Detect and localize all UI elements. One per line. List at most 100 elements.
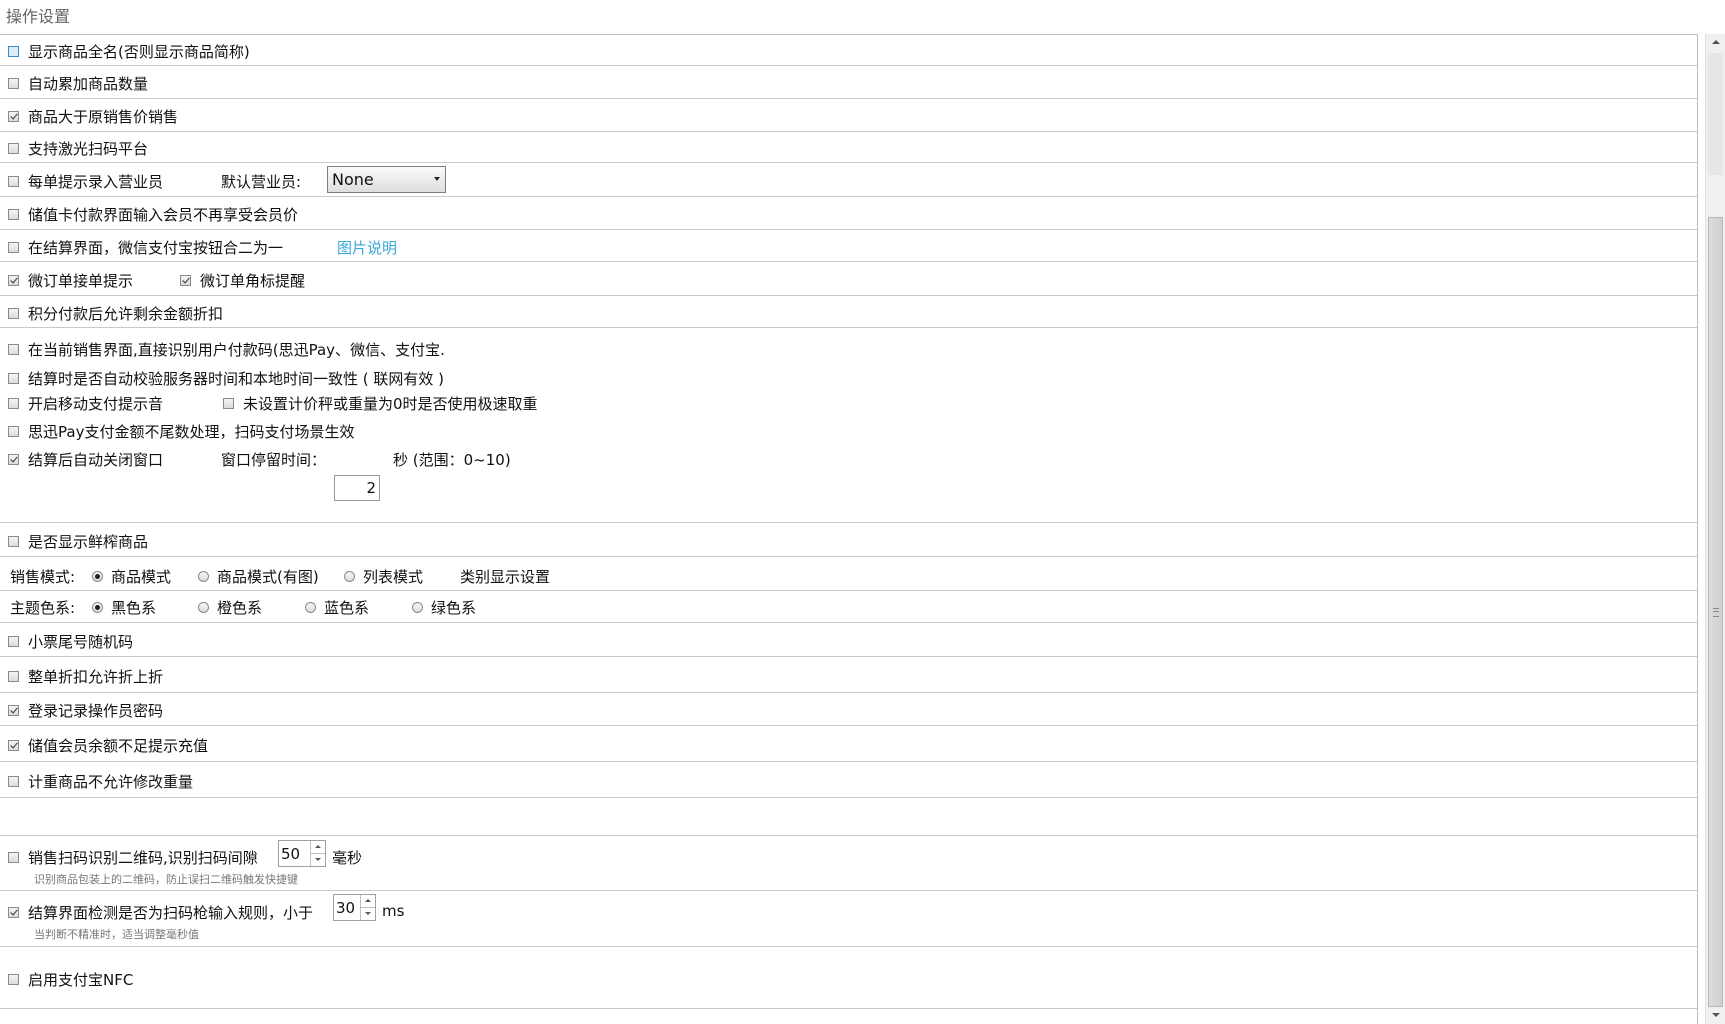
stepper-up-icon[interactable]	[361, 895, 375, 908]
scroll-up-icon[interactable]	[1706, 34, 1725, 51]
scanner-threshold-stepper[interactable]: 30	[333, 894, 376, 921]
radio[interactable]	[92, 602, 103, 613]
vertical-scrollbar[interactable]	[1705, 34, 1725, 1024]
checkbox[interactable]	[8, 398, 19, 409]
checkbox[interactable]	[8, 671, 19, 682]
server-time-check-option[interactable]: 结算时是否自动校验服务器时间和本地时间一致性 ( 联网有效 )	[8, 368, 444, 389]
checkbox[interactable]	[8, 275, 19, 286]
checkbox[interactable]	[180, 275, 191, 286]
fresh-juice-option[interactable]: 是否显示鲜榨商品	[8, 531, 148, 552]
qr-interval-stepper[interactable]: 50	[278, 840, 326, 867]
above-price-sale-option[interactable]: 商品大于原销售价销售	[8, 106, 178, 127]
prompt-salesperson-option[interactable]: 每单提示录入营业员	[8, 171, 163, 192]
option-label: 是否显示鲜榨商品	[28, 533, 149, 551]
scroll-down-icon[interactable]	[1706, 1007, 1725, 1024]
alipay-nfc-option[interactable]: 启用支付宝NFC	[8, 969, 133, 990]
checkbox[interactable]	[8, 78, 19, 89]
show-full-name-option[interactable]: 显示商品全名(否则显示商品简称)	[8, 41, 250, 62]
checkbox[interactable]	[8, 46, 19, 57]
checkbox[interactable]	[8, 974, 19, 985]
checkbox[interactable]	[8, 111, 19, 122]
stepper-buttons	[360, 895, 375, 920]
no-rounding-option[interactable]: 思迅Pay支付金额不尾数处理，扫码支付场景生效	[8, 421, 354, 442]
scanner-input-rule-option[interactable]: 结算界面检测是否为扫码枪输入规则，小于	[8, 902, 313, 923]
stay-time-value: 2	[366, 479, 376, 497]
option-label: 在当前销售界面,直接识别用户付款码(思迅Pay、微信、支付宝.	[28, 341, 445, 359]
setting-row: 微订单接单提示 微订单角标提醒	[0, 262, 1697, 296]
category-display-setting-link[interactable]: 类别显示设置	[460, 566, 550, 587]
checkbox[interactable]	[8, 373, 19, 384]
remember-password-option[interactable]: 登录记录操作员密码	[8, 700, 163, 721]
sales-mode-option-goods[interactable]: 商品模式	[92, 566, 171, 587]
radio[interactable]	[92, 571, 103, 582]
stay-time-unit: 秒 (范围：0~10)	[393, 451, 511, 469]
stepper-up-icon[interactable]	[311, 841, 325, 854]
radio[interactable]	[198, 602, 209, 613]
checkbox[interactable]	[8, 426, 19, 437]
option-label: 商品大于原销售价销售	[28, 108, 179, 126]
sales-mode-label: 销售模式:	[10, 568, 76, 586]
checkbox[interactable]	[8, 852, 19, 863]
weighted-no-edit-option[interactable]: 计重商品不允许修改重量	[8, 771, 193, 792]
scroll-track[interactable]	[1708, 53, 1723, 175]
checkbox[interactable]	[8, 636, 19, 647]
checkbox[interactable]	[8, 242, 19, 253]
checkbox[interactable]	[8, 705, 19, 716]
checkbox[interactable]	[223, 398, 234, 409]
setting-row: 每单提示录入营业员 默认营业员: None	[0, 163, 1697, 197]
setting-row: 自动累加商品数量	[0, 66, 1697, 99]
theme-option-black[interactable]: 黑色系	[92, 597, 156, 618]
setting-row: 结算界面检测是否为扫码枪输入规则，小于 30 ms 当判断不精准时，适当调整毫秒…	[0, 891, 1697, 947]
setting-row: 在结算界面，微信支付宝按钮合二为一 图片说明	[0, 230, 1697, 262]
stacked-discount-option[interactable]: 整单折扣允许折上折	[8, 666, 163, 687]
setting-row: 显示商品全名(否则显示商品简称)	[0, 35, 1697, 66]
auto-accumulate-option[interactable]: 自动累加商品数量	[8, 73, 148, 94]
scroll-thumb[interactable]	[1708, 217, 1723, 1007]
radio[interactable]	[412, 602, 423, 613]
stepper-down-icon[interactable]	[361, 908, 375, 920]
checkbox[interactable]	[8, 176, 19, 187]
checkbox[interactable]	[8, 740, 19, 751]
receipt-random-code-option[interactable]: 小票尾号随机码	[8, 631, 133, 652]
points-discount-option[interactable]: 积分付款后允许剩余金额折扣	[8, 303, 223, 324]
theme-option-orange[interactable]: 橙色系	[198, 597, 262, 618]
mobile-pay-sound-option[interactable]: 开启移动支付提示音	[8, 393, 163, 414]
stay-time-input[interactable]: 2	[334, 475, 380, 501]
scanner-threshold-unit: ms	[382, 902, 405, 920]
direct-paycode-option[interactable]: 在当前销售界面,直接识别用户付款码(思迅Pay、微信、支付宝.	[8, 339, 445, 360]
sales-mode-row: 销售模式: 商品模式 商品模式(有图) 列表模式 类别显示设置	[0, 557, 1697, 591]
settings-panel: 显示商品全名(否则显示商品简称) 自动累加商品数量 商品大于原销售价销售 支持激…	[0, 34, 1698, 1024]
theme-option-blue[interactable]: 蓝色系	[305, 597, 369, 618]
qr-scan-option[interactable]: 销售扫码识别二维码,识别扫码间隙	[8, 847, 258, 868]
checkbox[interactable]	[8, 143, 19, 154]
fast-weigh-option[interactable]: 未设置计价秤或重量为0时是否使用极速取重	[223, 393, 538, 414]
checkbox[interactable]	[8, 907, 19, 918]
radio[interactable]	[305, 602, 316, 613]
setting-row: 支持激光扫码平台	[0, 132, 1697, 163]
micro-order-badge-option[interactable]: 微订单角标提醒	[180, 270, 305, 291]
radio[interactable]	[344, 571, 355, 582]
checkbox[interactable]	[8, 776, 19, 787]
option-label: 开启移动支付提示音	[28, 395, 164, 413]
checkbox[interactable]	[8, 536, 19, 547]
checkbox[interactable]	[8, 209, 19, 220]
radio[interactable]	[198, 571, 209, 582]
setting-row: 计重商品不允许修改重量	[0, 762, 1697, 798]
checkbox[interactable]	[8, 308, 19, 319]
option-label: 小票尾号随机码	[28, 633, 134, 651]
image-help-link[interactable]: 图片说明	[337, 237, 397, 258]
checkbox[interactable]	[8, 454, 19, 465]
recharge-prompt-option[interactable]: 储值会员余额不足提示充值	[8, 735, 208, 756]
auto-close-window-option[interactable]: 结算后自动关闭窗口	[8, 449, 163, 470]
salesperson-select[interactable]: None	[327, 166, 446, 193]
merge-wechat-alipay-option[interactable]: 在结算界面，微信支付宝按钮合二为一	[8, 237, 283, 258]
micro-order-prompt-option[interactable]: 微订单接单提示	[8, 270, 133, 291]
stepper-down-icon[interactable]	[311, 854, 325, 866]
checkbox[interactable]	[8, 344, 19, 355]
theme-option-green[interactable]: 绿色系	[412, 597, 476, 618]
laser-scan-option[interactable]: 支持激光扫码平台	[8, 138, 148, 159]
sales-mode-option-list[interactable]: 列表模式	[344, 566, 423, 587]
option-label: 计重商品不允许修改重量	[28, 773, 194, 791]
stored-card-no-member-price-option[interactable]: 储值卡付款界面输入会员不再享受会员价	[8, 204, 298, 225]
sales-mode-option-goods-image[interactable]: 商品模式(有图)	[198, 566, 319, 587]
